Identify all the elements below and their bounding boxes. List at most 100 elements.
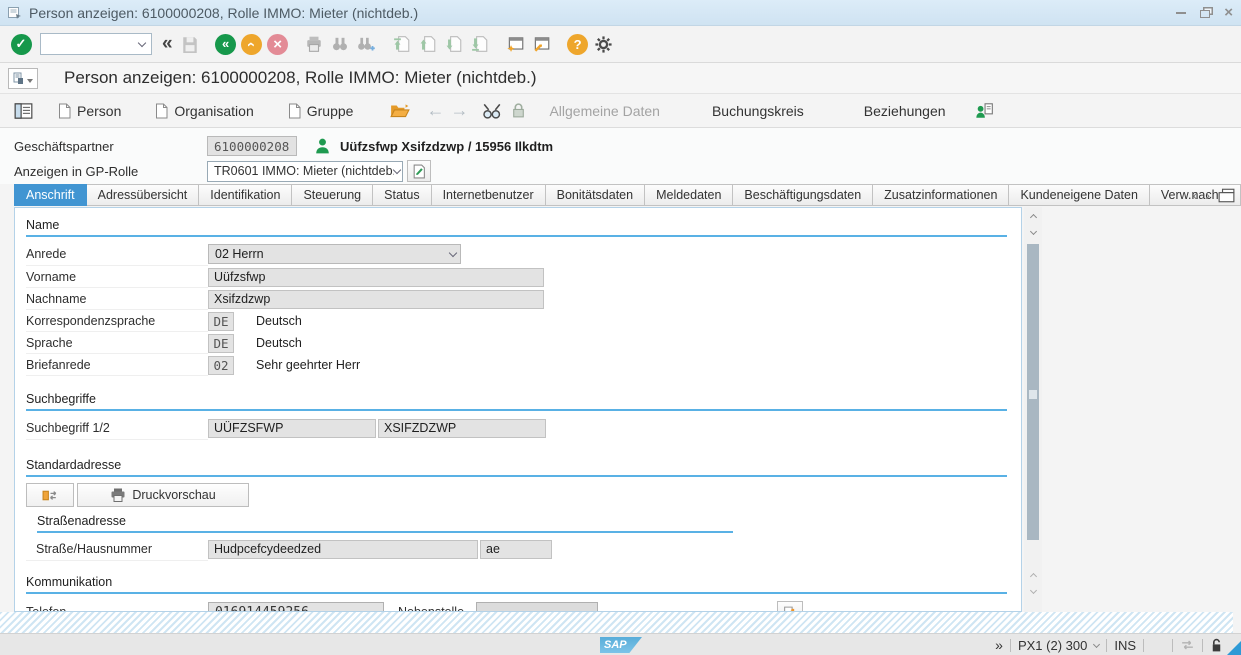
nebenstelle-field[interactable]	[476, 602, 598, 613]
dropdown-triangle-icon	[27, 79, 33, 83]
scroll-page-up-icon[interactable]	[1024, 566, 1042, 583]
strasse-field[interactable]: Hudpcefcydeedzed	[208, 540, 478, 559]
customize-layout-button[interactable]	[591, 30, 617, 58]
gp-role-detail-button[interactable]	[407, 160, 431, 182]
minimize-button[interactable]	[1176, 12, 1186, 14]
status-more-icon[interactable]: »	[995, 637, 1003, 653]
anschrift-tab-content: Name Anrede 02 Herrn Vorname Uüfzsfwp Na…	[14, 207, 1022, 612]
person-icon	[315, 138, 330, 154]
gruppe-button[interactable]: Gruppe	[280, 100, 362, 122]
gp-role-dropdown[interactable]: TR0601 IMMO: Mieter (nichtdeb.)	[207, 161, 403, 182]
page-up-button[interactable]	[415, 30, 441, 58]
partner-header: Geschäftspartner 6100000208 Uüfzsfwp Xsi…	[0, 128, 1241, 184]
new-session-button[interactable]	[503, 30, 529, 58]
tab-status[interactable]: Status	[373, 184, 431, 206]
tab-beschaeftigungsdaten[interactable]: Beschäftigungsdaten	[733, 184, 873, 206]
create-shortcut-button[interactable]	[529, 30, 555, 58]
tab-scroll-left-icon[interactable]: ‹	[1193, 187, 1198, 203]
nachname-label: Nachname	[26, 288, 208, 310]
help-button[interactable]: ?	[565, 30, 591, 58]
screen-header: Person anzeigen: 6100000208, Rolle IMMO:…	[0, 63, 1241, 94]
separator	[1106, 639, 1107, 652]
korrespondenzsprache-field[interactable]: DE	[208, 312, 234, 331]
window-shortcut-icon	[532, 35, 551, 53]
vorname-label: Vorname	[26, 266, 208, 288]
tab-adressuebersicht[interactable]: Adressübersicht	[87, 184, 200, 206]
vorname-field[interactable]: Uüfzsfwp	[208, 268, 544, 287]
druckvorschau-button[interactable]: Druckvorschau	[77, 483, 249, 507]
suchbegriff1-field[interactable]: UÜFZSFWP	[208, 419, 376, 438]
tab-bonitaetsdaten[interactable]: Bonitätsdaten	[546, 184, 645, 206]
open-button[interactable]	[387, 98, 413, 124]
next-partner-arrow-icon[interactable]: →	[447, 100, 471, 121]
exit-button[interactable]: ‹	[239, 30, 265, 58]
sprache-field[interactable]: DE	[208, 334, 234, 353]
command-input[interactable]	[41, 35, 133, 53]
locator-button[interactable]	[10, 98, 36, 124]
sync-icon[interactable]	[1180, 639, 1195, 651]
section-standardadresse-title: Standardadresse	[26, 458, 121, 472]
tab-steuerung[interactable]: Steuerung	[292, 184, 373, 206]
enter-button[interactable]: ✓	[8, 30, 34, 58]
suchbegriff2-field[interactable]: XSIFZDZWP	[378, 419, 546, 438]
close-button[interactable]: ×	[1224, 8, 1233, 18]
check-icon: ✓	[11, 34, 32, 55]
lock-button[interactable]	[505, 98, 531, 124]
restore-button[interactable]	[1200, 10, 1210, 18]
tab-anschrift[interactable]: Anschrift	[14, 184, 87, 206]
role-label: Anzeigen in GP-Rolle	[14, 164, 207, 179]
save-button[interactable]	[177, 30, 203, 58]
scroll-down-icon[interactable]	[1024, 224, 1042, 241]
chevron-down-icon[interactable]	[133, 34, 151, 54]
find-next-icon[interactable]	[353, 30, 379, 58]
display-change-button[interactable]	[479, 98, 505, 124]
sap-gui-window: Person anzeigen: 6100000208, Rolle IMMO:…	[0, 0, 1241, 655]
hausnummer-field[interactable]: ae	[480, 540, 552, 559]
allgemeine-daten-label: Allgemeine Daten	[549, 103, 660, 119]
address-versions-button[interactable]	[26, 483, 74, 507]
organisation-button[interactable]: Organisation	[147, 100, 261, 122]
command-field[interactable]	[40, 33, 152, 55]
insert-mode[interactable]: INS	[1114, 638, 1136, 653]
print-button[interactable]	[301, 30, 327, 58]
first-page-button[interactable]	[389, 30, 415, 58]
lock-icon[interactable]	[1210, 638, 1223, 653]
tab-kundeneigene-daten[interactable]: Kundeneigene Daten	[1009, 184, 1149, 206]
beziehungen-button[interactable]: Beziehungen	[856, 100, 954, 122]
system-info[interactable]: PX1 (2) 300	[1018, 638, 1087, 653]
telefon-more-button[interactable]	[777, 601, 803, 612]
nachname-field[interactable]: Xsifzdzwp	[208, 290, 544, 309]
tab-internetbenutzer[interactable]: Internetbenutzer	[432, 184, 546, 206]
titlebar: Person anzeigen: 6100000208, Rolle IMMO:…	[0, 0, 1241, 26]
collapse-toolbar-icon[interactable]: «	[162, 33, 173, 55]
tab-meldedaten[interactable]: Meldedaten	[645, 184, 733, 206]
telefon-field[interactable]: 016914459256	[208, 602, 384, 613]
scroll-up-icon[interactable]	[1024, 207, 1042, 224]
find-button[interactable]	[327, 30, 353, 58]
strasse-label: Straße/Hausnummer	[26, 537, 208, 561]
chevron-down-icon[interactable]	[1093, 640, 1100, 647]
tab-scroll-right-icon[interactable]: ›	[1205, 187, 1210, 203]
tab-zusatzinformationen[interactable]: Zusatzinformationen	[873, 184, 1009, 206]
buchungskreis-button[interactable]: Buchungskreis	[704, 100, 812, 122]
vertical-scrollbar[interactable]	[1024, 207, 1042, 612]
resize-corner[interactable]	[1227, 641, 1241, 655]
suchbegriff-label: Suchbegriff 1/2	[26, 416, 208, 440]
relationships-button[interactable]	[972, 98, 998, 124]
scrollbar-thumb[interactable]	[1027, 244, 1039, 540]
tab-identifikation[interactable]: Identifikation	[199, 184, 292, 206]
layout-menu-button[interactable]	[8, 68, 38, 89]
cancel-button[interactable]: ×	[265, 30, 291, 58]
tab-overview-icon[interactable]	[1218, 188, 1235, 203]
sprache-text: Deutsch	[256, 336, 302, 350]
last-page-button[interactable]	[467, 30, 493, 58]
allgemeine-daten-button[interactable]: Allgemeine Daten	[541, 100, 668, 122]
anrede-dropdown[interactable]: 02 Herrn	[208, 244, 461, 264]
person-button[interactable]: Person	[50, 100, 129, 122]
gp-number-field[interactable]: 6100000208	[207, 136, 297, 156]
briefanrede-field[interactable]: 02	[208, 356, 234, 375]
page-down-button[interactable]	[441, 30, 467, 58]
back-button[interactable]: «	[213, 30, 239, 58]
scroll-page-down-icon[interactable]	[1024, 583, 1042, 600]
previous-partner-arrow-icon[interactable]: ←	[423, 100, 447, 121]
